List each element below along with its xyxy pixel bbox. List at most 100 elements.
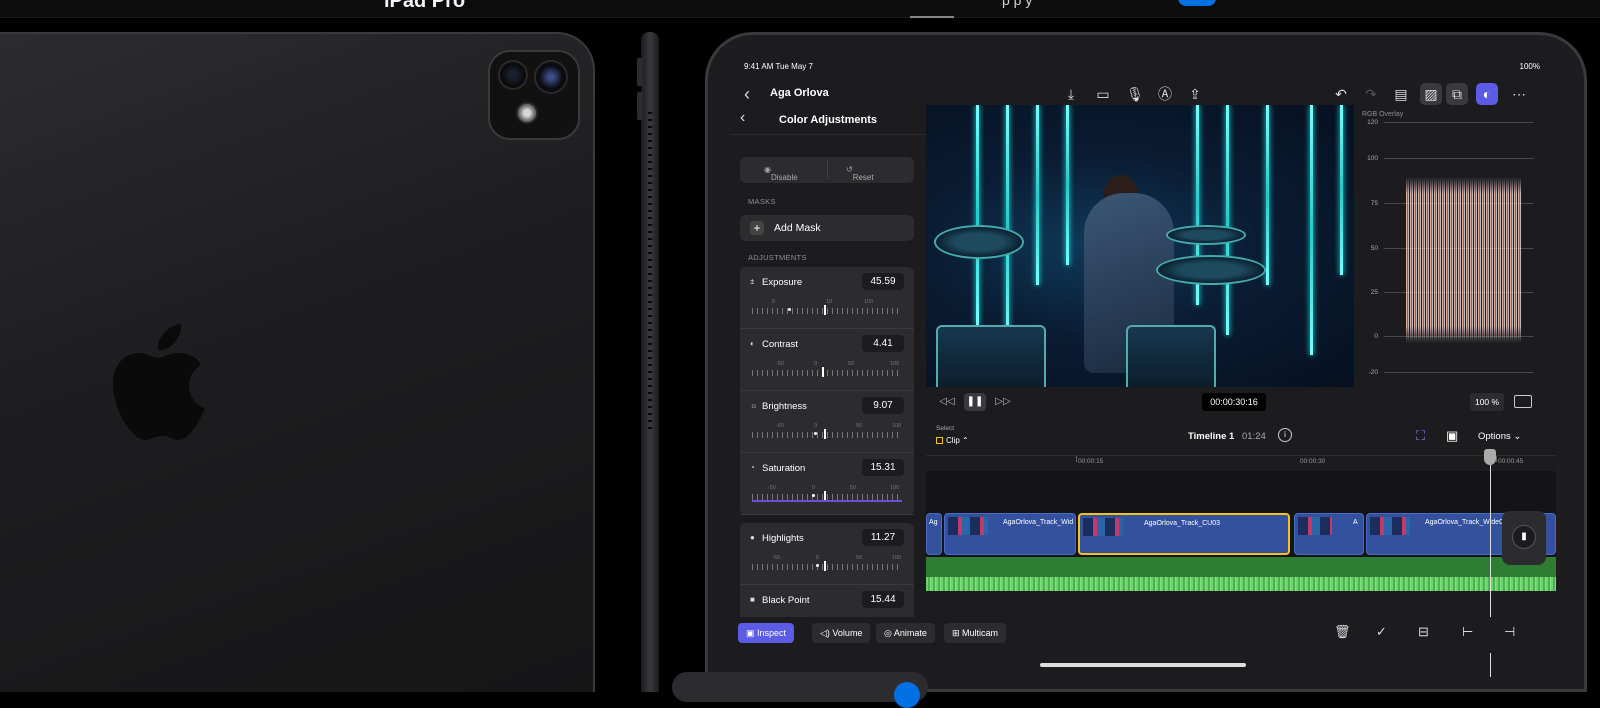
adjustment-brightness[interactable]: ☼ Brightness 9.07 -50 0 50 100	[740, 391, 914, 453]
adjustment-value[interactable]: 15.31	[862, 459, 904, 476]
timeline-ruler[interactable]: 00:00:15 00:00:30 00:00:45	[926, 455, 1556, 471]
adjustment-saturation[interactable]: ◔ Saturation 15.31 -50 0 50 100	[740, 453, 914, 515]
adjustment-slider[interactable]: -50 0 50 100	[752, 485, 902, 502]
undo-icon[interactable]: ↶	[1330, 83, 1352, 105]
jog-knob-icon[interactable]: ▮	[1512, 525, 1536, 549]
adjustment-value[interactable]: 9.07	[862, 397, 904, 414]
back-chevron-icon[interactable]: ‹	[744, 84, 750, 105]
reset-button[interactable]: ↺ Reset	[846, 165, 874, 182]
effects-icon[interactable]: ⧉	[1446, 83, 1468, 105]
select-mode-menu[interactable]: Clip ⌃	[936, 436, 969, 445]
scope-label: 100	[1367, 155, 1378, 162]
timeline-tracks[interactable]: Ag AgaOrlova_Track_Wid AgaOrlova_Track_C…	[926, 471, 1556, 591]
checkmark-icon[interactable]: ✓	[1376, 624, 1387, 640]
browser-icon[interactable]: ▤	[1390, 83, 1412, 105]
animate-button[interactable]: ◎ Animate	[876, 623, 935, 643]
split-icon[interactable]: ⊟	[1418, 624, 1429, 640]
slider-handle[interactable]	[824, 561, 826, 571]
camera-icon[interactable]: ▭	[1092, 83, 1114, 105]
exposure-icon: ±	[750, 277, 755, 286]
home-indicator	[1040, 663, 1246, 667]
pencil-icon[interactable]: Ⓐ	[1154, 83, 1176, 105]
snapping-icon[interactable]: ⛶	[1416, 428, 1425, 444]
adjustment-exposure[interactable]: ± Exposure 45.59 0 10 100	[740, 267, 914, 329]
microphone-icon[interactable]: 🎙	[1124, 83, 1146, 105]
pill-button[interactable]	[894, 682, 920, 708]
add-mask-button[interactable]: + Add Mask	[740, 215, 914, 241]
video-clip[interactable]: Ag	[926, 513, 942, 555]
adjustments-card: ± Exposure 45.59 0 10 100 ◐ Contrast 4.4…	[740, 267, 914, 515]
video-clip-selected[interactable]: AgaOrlova_Track_CU03	[1078, 513, 1290, 555]
forward-icon[interactable]: ▷▷	[992, 393, 1014, 411]
scope-label: 0	[1374, 333, 1378, 340]
adjustment-value[interactable]: 11.27	[862, 529, 904, 546]
highlights-icon: ●	[750, 533, 755, 542]
disable-button[interactable]: ◉ Disable	[764, 165, 798, 182]
nav-active-underline	[910, 16, 954, 18]
slider-ticks	[752, 432, 902, 438]
status-bar: 9:41 AM Tue May 7 100%	[730, 57, 1556, 75]
bottom-toolbar: ▣ Inspect ◁) Volume ◎ Animate ⊞ Multicam…	[730, 617, 1556, 653]
product-name[interactable]: iPad Pro	[384, 0, 465, 13]
zoom-level[interactable]: 100 %	[1470, 393, 1504, 411]
inspector-icon[interactable]: ◐	[1476, 83, 1498, 105]
pause-icon[interactable]: ❚❚	[964, 393, 986, 411]
adjustment-highlights[interactable]: ● Highlights 11.27 -50 0 50 100	[740, 523, 914, 585]
display-options-icon[interactable]	[1514, 395, 1532, 408]
video-clip[interactable]: AgaOrlova_Track_Wid	[944, 513, 1076, 555]
panel-header: ‹ Color Adjustments	[730, 105, 926, 135]
scope-label: 75	[1370, 200, 1378, 207]
adjustment-slider[interactable]: -50 0 50 100	[752, 423, 902, 439]
neon-light	[976, 105, 979, 325]
timecode-display[interactable]: 00:00:30:16	[1202, 393, 1266, 411]
adjustments-header: ADJUSTMENTS	[748, 253, 807, 262]
buy-button[interactable]	[1178, 0, 1216, 6]
adjustment-slider[interactable]: -50 0 50 100	[752, 361, 902, 377]
jog-wheel[interactable]: ▮	[1502, 511, 1546, 565]
inspect-button[interactable]: ▣ Inspect	[738, 623, 795, 643]
adjustment-value[interactable]: 4.41	[862, 335, 904, 352]
trim-end-icon[interactable]: ⊣	[1504, 624, 1515, 640]
multicam-button[interactable]: ⊞ Multicam	[944, 623, 1007, 643]
video-viewer[interactable]	[926, 105, 1354, 387]
volume-button[interactable]: ◁) Volume	[812, 623, 871, 643]
neon-light	[1340, 105, 1343, 275]
trim-start-icon[interactable]: ⊢	[1462, 624, 1473, 640]
adjustment-value[interactable]: 15.44	[862, 591, 904, 608]
more-icon[interactable]: ⋯	[1508, 83, 1530, 105]
audio-lanes-icon[interactable]: ▣	[1446, 428, 1458, 444]
scope-label: 25	[1370, 289, 1378, 296]
droplet-icon: ◔	[750, 463, 755, 472]
scope-gridline	[1384, 122, 1534, 123]
cymbal	[1156, 255, 1266, 285]
slider-handle[interactable]	[824, 429, 826, 439]
ipad-screen: 9:41 AM Tue May 7 100% ‹ Aga Orlova ⤓ ▭ …	[730, 57, 1556, 677]
masks-header: MASKS	[748, 197, 776, 206]
playhead-handle[interactable]	[1484, 449, 1496, 465]
redo-icon[interactable]: ↷	[1360, 83, 1382, 105]
slider-zero-dot	[814, 432, 817, 435]
add-mask-label: Add Mask	[774, 222, 821, 234]
neon-light	[1310, 105, 1313, 355]
trash-icon[interactable]: 🗑	[1334, 624, 1351, 640]
video-clip[interactable]: A	[1294, 513, 1364, 555]
slider-handle[interactable]	[824, 305, 826, 315]
adjustment-slider[interactable]: -50 0 50 100	[752, 555, 902, 571]
adjustment-contrast[interactable]: ◐ Contrast 4.41 -50 0 50 100	[740, 329, 914, 391]
tick-label: 100	[864, 299, 874, 305]
segment-divider	[827, 161, 828, 179]
tick-label: 100	[892, 555, 902, 561]
adjustment-slider[interactable]: 0 10 100	[752, 299, 902, 315]
photos-icon[interactable]: ▨	[1420, 83, 1442, 105]
floating-pill[interactable]	[672, 672, 928, 708]
import-icon[interactable]: ⤓	[1060, 83, 1082, 105]
options-menu[interactable]: Options ⌄	[1478, 431, 1521, 442]
share-icon[interactable]: ⇪	[1184, 83, 1206, 105]
nav-links[interactable]: p p y	[1002, 0, 1032, 8]
audio-track[interactable]	[926, 557, 1556, 591]
info-icon[interactable]: i	[1278, 428, 1292, 442]
rewind-icon[interactable]: ◁◁	[936, 393, 958, 411]
adjustment-value[interactable]: 45.59	[862, 273, 904, 290]
scope-waveform	[1406, 177, 1522, 343]
slider-handle[interactable]	[822, 367, 824, 377]
